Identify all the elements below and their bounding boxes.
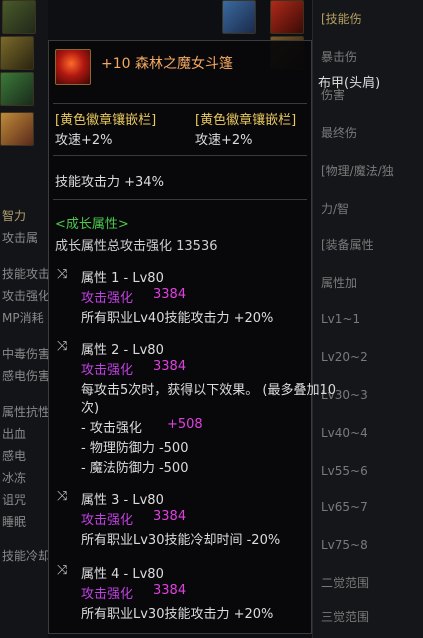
stat-row: 攻击属 <box>2 231 39 245</box>
attribute-desc: 所有职业Lv40技能攻击力 +20% <box>81 311 274 326</box>
tooltip-header: +10 森林之魔女斗篷 <box>49 41 311 97</box>
stat-row: 感电伤害 <box>2 369 48 383</box>
attribute-title: 属性 2 - Lv80 <box>81 343 164 358</box>
emblem-slot-label: [黄色徽章镶嵌栏] <box>55 113 157 128</box>
growth-header: <成长属性> <box>55 217 129 232</box>
stat-row: Lv1~1 <box>321 312 361 326</box>
shuffle-icon: ⤨ <box>57 339 68 354</box>
attribute-desc: 所有职业Lv30技能攻击力 +20% <box>81 607 274 622</box>
attribute-strength-label: 攻击强化 <box>81 363 134 378</box>
emblem-slot-value: 攻速+2% <box>195 133 253 148</box>
stat-row: 属性抗性 <box>2 405 48 419</box>
growth-total: 成长属性总攻击强化 13536 <box>55 239 218 254</box>
stat-row: 睡眠 <box>2 515 27 529</box>
item-tooltip: +10 森林之魔女斗篷 [黄色徽章镶嵌栏] 攻速+2% [黄色徽章镶嵌栏] 攻速… <box>48 40 336 634</box>
stat-row: [装备属性 <box>321 238 374 252</box>
stat-row: 二觉范围 <box>321 576 370 590</box>
divider <box>53 103 307 104</box>
item-type: 布甲(头肩) <box>318 76 381 91</box>
stat-row: Lv55~6 <box>321 464 368 478</box>
emblem-slot-value: 攻速+2% <box>55 133 113 148</box>
stat-row: 诅咒 <box>2 493 27 507</box>
emblem-slot-label: [黄色徽章镶嵌栏] <box>195 113 297 128</box>
equipment-slot-icon[interactable] <box>0 36 34 70</box>
attribute-strength-value: 3384 <box>153 509 187 524</box>
stat-row: 出血 <box>2 427 27 441</box>
divider <box>53 199 307 200</box>
stat-row: 冰冻 <box>2 471 27 485</box>
stat-row: Lv20~2 <box>321 350 368 364</box>
stat-row: 属性加 <box>321 276 358 290</box>
attribute-desc: 每攻击5次时，获得以下效果。 (最多叠加10 <box>81 383 337 398</box>
shuffle-icon: ⤨ <box>57 563 68 578</box>
effect-line: - 物理防御力 -500 <box>81 441 189 456</box>
stat-row: 最终伤 <box>321 126 358 140</box>
equipment-slot-icon[interactable] <box>0 72 34 106</box>
shuffle-icon: ⤨ <box>57 267 68 282</box>
stat-row: 力/智 <box>321 202 350 216</box>
attribute-title: 属性 1 - Lv80 <box>81 271 164 286</box>
attribute-strength-value: 3384 <box>153 583 187 598</box>
attribute-desc: 所有职业Lv30技能冷却时间 -20% <box>81 533 281 548</box>
stat-row: Lv65~7 <box>321 500 368 514</box>
attribute-strength-value: 3384 <box>153 359 187 374</box>
effect-value: +508 <box>167 417 203 432</box>
skill-attack-stat: 技能攻击力 +34% <box>55 175 164 190</box>
attribute-strength-label: 攻击强化 <box>81 587 134 602</box>
equipment-slot-icon[interactable] <box>270 0 304 34</box>
attribute-desc: 次) <box>81 401 100 416</box>
stat-row: 技能冷却 <box>2 549 48 563</box>
detail-stats-panel: [技能伤 暴击伤 伤害 最终伤 [物理/魔法/独 力/智 [装备属性 属性加 L… <box>312 0 423 638</box>
stat-row: 三觉范围 <box>321 610 370 624</box>
attribute-strength-label: 攻击强化 <box>81 513 134 528</box>
equipment-slot-icon[interactable] <box>222 0 256 34</box>
divider <box>53 155 307 156</box>
stat-row: 感电 <box>2 449 27 463</box>
attribute-strength-value: 3384 <box>153 287 187 302</box>
item-name: +10 森林之魔女斗篷 <box>101 56 233 72</box>
attribute-title: 属性 4 - Lv80 <box>81 567 164 582</box>
stat-row: 攻击强化 <box>2 289 48 303</box>
stat-row: 智力 <box>2 209 27 223</box>
stat-row: [物理/魔法/独 <box>321 164 394 178</box>
stat-row: Lv40~4 <box>321 426 368 440</box>
stat-row: Lv75~8 <box>321 538 368 552</box>
cloak-icon <box>55 49 91 85</box>
character-stat-list: 智力 攻击属 技能攻击 攻击强化 MP消耗 中毒伤害 感电伤害 属性抗性 出血 … <box>0 205 48 567</box>
stat-row: [技能伤 <box>321 12 362 26</box>
stat-row: MP消耗 <box>2 311 44 325</box>
effect-line: - 魔法防御力 -500 <box>81 461 189 476</box>
attribute-strength-label: 攻击强化 <box>81 291 134 306</box>
stat-row: 暴击伤 <box>321 50 358 64</box>
attribute-title: 属性 3 - Lv80 <box>81 493 164 508</box>
stat-row: 中毒伤害 <box>2 347 48 361</box>
equipment-slot-icon[interactable] <box>0 112 34 146</box>
shuffle-icon: ⤨ <box>57 489 68 504</box>
effect-line: - 攻击强化 <box>81 421 142 436</box>
stat-row: 技能攻击 <box>2 267 48 281</box>
equipment-slot-icon[interactable] <box>2 0 36 34</box>
